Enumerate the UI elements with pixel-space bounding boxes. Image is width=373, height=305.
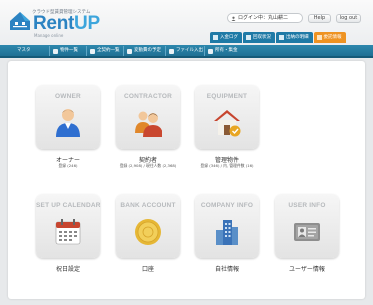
money-icon [208, 48, 213, 54]
tile-owner[interactable]: OWNER [36, 85, 100, 149]
contract-icon [90, 48, 95, 54]
user-status: ログイン中：丸山耕二 [227, 13, 303, 23]
house-logo-icon [10, 12, 30, 30]
list-icon [53, 48, 58, 54]
user-status-label: ログイン中：丸山耕二 [238, 15, 289, 21]
logout-button[interactable]: log out [336, 14, 361, 23]
nav-item-property-list[interactable]: 物件一覧 [49, 46, 81, 56]
calendar-icon [55, 219, 81, 245]
document-icon [279, 35, 284, 40]
building-icon [216, 220, 238, 245]
tab-cashbook-details[interactable]: 出納の明細 [276, 32, 313, 43]
brand-logo[interactable]: RentUP [33, 14, 100, 33]
header: クラウド型賃貸管理システム RentUP Manage online ログイン中… [0, 0, 373, 45]
tile-user-info[interactable]: USER INFO [275, 194, 339, 258]
tile-company-info-caption: 自社情報 [214, 266, 239, 273]
tab-deposit-log[interactable]: 入金ログ [210, 32, 242, 43]
tile-contractor-count: 登録 (2,908) / 現住人数 (2,368) [119, 163, 177, 168]
tile-bank-account[interactable]: BANK ACCOUNT [116, 194, 180, 258]
tile-equipment[interactable]: EQUIPMENT [195, 85, 259, 149]
nav-item-variable-cost[interactable]: 変動費の予定 [123, 46, 164, 56]
user-icon [231, 16, 236, 21]
nav-item-ownership-collection[interactable]: 所有・集金 [204, 46, 241, 56]
ledger-icon [213, 35, 218, 40]
handshake-icon [316, 35, 322, 40]
help-button[interactable]: Help [308, 14, 331, 23]
tile-owner-count: 登録 (246) [58, 163, 78, 168]
nav-item-master[interactable]: マスタ [14, 46, 34, 56]
tile-bank-account-caption: 口座 [141, 266, 154, 273]
people-icon [135, 111, 162, 137]
tile-company-info[interactable]: COMPANY INFO [195, 194, 259, 258]
main-nav: マスタ 物件一覧 全契約一覧 変動費の予定 ファイル入出 所有・集金 [0, 45, 373, 58]
tile-contractor[interactable]: CONTRACTOR [116, 85, 180, 149]
person-icon [56, 109, 80, 137]
nav-item-file-io[interactable]: ファイル入出 [165, 46, 206, 56]
house-icon [214, 110, 241, 137]
nav-item-all-contracts[interactable]: 全契約一覧 [86, 46, 123, 56]
file-icon [169, 48, 174, 54]
coin-icon [135, 219, 161, 245]
calendar-small-icon [127, 48, 132, 54]
tile-user-info-caption: ユーザー情報 [289, 266, 325, 273]
tile-calendar[interactable]: SET UP CALENDAR [36, 194, 100, 258]
top-tabs: 入金ログ 回収状況 出納の明細 委託情報 [210, 32, 346, 43]
id-card-icon [294, 223, 320, 241]
tile-equipment-count: 登録 (346) / 内, 管理件数 (16) [200, 163, 254, 168]
tile-calendar-caption: 祝日設定 [55, 266, 80, 273]
tab-consignment-info[interactable]: 委託情報 [313, 32, 346, 43]
chart-icon [246, 35, 251, 40]
brand-subtitle: Manage online [34, 33, 64, 38]
main-panel: OWNER オーナー 登録 (246) CONTRACTOR 契約者 登録 (2… [8, 61, 365, 299]
tab-collection-status[interactable]: 回収状況 [243, 32, 275, 43]
